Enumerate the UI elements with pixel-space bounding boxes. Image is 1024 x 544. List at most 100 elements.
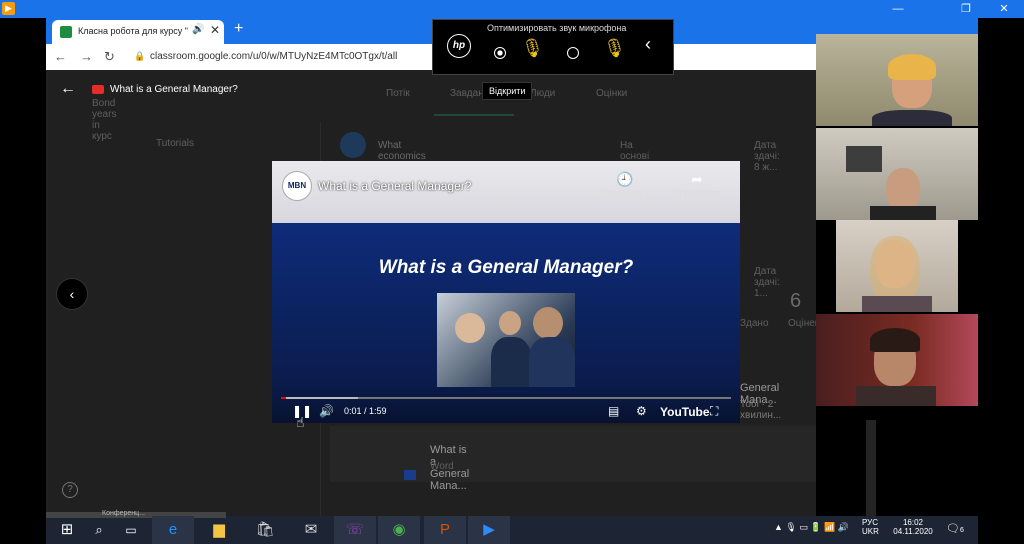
chrome-icon[interactable]: ◉ — [378, 516, 420, 544]
participant-video[interactable] — [816, 220, 978, 312]
tab-title: Класна робота для курсу "Г — [78, 26, 188, 36]
tab-indicator — [434, 114, 514, 116]
count-value: 6 — [790, 290, 802, 312]
back-icon[interactable]: ← — [54, 49, 67, 64]
participant-face — [886, 168, 920, 210]
viewer-back-icon[interactable]: ← — [60, 80, 76, 98]
open-tooltip: Відкрити — [482, 82, 533, 100]
mic-option-1-radio[interactable] — [494, 47, 506, 59]
clock-date: 04.11.2020 — [893, 527, 933, 536]
lock-icon: 🔒 — [134, 51, 146, 61]
zoom-window-titlebar: ▶ — ❐ ✕ — [0, 0, 1024, 18]
count-sub: Здано — [740, 318, 769, 329]
topic-tutorials[interactable]: Tutorials — [156, 138, 194, 149]
hp-popup-label: Оптимизировать звук микрофона — [487, 23, 627, 33]
file-explorer-icon[interactable]: ▆ — [198, 516, 240, 544]
word-file-icon — [404, 470, 416, 480]
classroom-favicon-icon — [60, 26, 72, 38]
attachment-type: Word — [430, 461, 454, 472]
url-field[interactable]: classroom.google.com/u/0/w/MTUyNzE4MTc0O… — [150, 51, 397, 62]
participant-body — [856, 386, 936, 406]
participant-hair — [888, 54, 936, 80]
viewer-title: What is a General Manager? — [110, 84, 238, 95]
task-view-icon[interactable]: ▭ — [110, 516, 152, 544]
browser-tab[interactable]: Класна робота для курсу "Г 🔊 ✕ — [52, 20, 224, 44]
tray-icons[interactable]: ▲ 🎙 ▭ 🔋 📶 🔊 — [774, 522, 849, 533]
language-ru: РУС — [862, 518, 879, 527]
chevron-left-icon[interactable]: ‹ — [56, 278, 88, 310]
video-title[interactable]: What is a General Manager? — [318, 179, 471, 193]
time-display: 0:01 / 1:59 — [344, 406, 387, 416]
progress-buffer — [281, 397, 358, 399]
clock-time: 16:02 — [902, 518, 924, 527]
help-icon[interactable]: ? — [62, 482, 78, 498]
video-headline: What is a General Manager? — [378, 257, 634, 278]
clock[interactable]: 16:02 04.11.2020 — [888, 518, 938, 536]
mouse-cursor-icon: ☝ — [296, 414, 305, 430]
participant-hair — [870, 328, 920, 352]
chevron-left-icon[interactable]: ‹ — [645, 34, 651, 55]
wall-picture — [846, 146, 882, 172]
participant-body — [862, 296, 932, 312]
notifications-icon[interactable]: 🗨6 — [946, 522, 964, 535]
attachment-card[interactable] — [330, 426, 816, 482]
person-figure — [455, 313, 485, 343]
youtube-icon — [92, 85, 104, 94]
person-figure — [533, 307, 563, 339]
person-body — [491, 337, 531, 387]
watch-later-button[interactable]: 🕘 Переглян... — [590, 171, 660, 198]
hp-mic-popup: Оптимизировать звук микрофона hp 🎙 🎙 ‹ — [432, 19, 674, 75]
course-subtitle: Bond years in курс — [92, 98, 117, 142]
store-icon[interactable]: 🛍 — [244, 516, 286, 544]
share-button[interactable]: ➦ Поділитися — [662, 171, 732, 198]
participant-body — [870, 206, 936, 220]
person-body — [529, 337, 575, 387]
address-bar: ← → ↻ 🔒 classroom.google.com/u/0/w/MTUyN… — [46, 44, 816, 70]
tab-people[interactable]: Люди — [530, 88, 555, 99]
channel-logo[interactable]: MBN — [282, 171, 312, 201]
mic-icon: 🎙 — [521, 38, 544, 58]
tab-stream[interactable]: Потік — [386, 88, 410, 99]
item-due: Дата здачі: 8 ж... — [754, 140, 780, 173]
person-figure — [499, 311, 521, 335]
viber-icon[interactable]: ☏ — [334, 516, 376, 544]
forward-icon[interactable]: → — [80, 49, 93, 64]
volume-icon[interactable]: 🔊 — [319, 404, 334, 418]
speaker-icon[interactable]: 🔊 — [192, 24, 204, 35]
video-player[interactable]: MBN What is a General Manager? 🕘 Переглян… — [272, 161, 740, 423]
share-icon: ➦ — [691, 171, 703, 187]
tab-close-icon[interactable]: ✕ — [210, 23, 220, 37]
fullscreen-icon[interactable]: ⛶ — [710, 404, 718, 419]
mic-option-2-radio[interactable] — [567, 47, 579, 59]
zoom-app-icon: ▶ — [2, 2, 15, 15]
watch-later-label: Переглян... — [601, 188, 649, 198]
notification-count: 6 — [959, 527, 964, 534]
powerpoint-icon[interactable]: P — [424, 516, 466, 544]
progress-bar[interactable] — [281, 397, 731, 399]
language-indicator[interactable]: РУС UKR — [862, 518, 879, 536]
reload-icon[interactable]: ↻ — [104, 49, 115, 65]
item-due-2: Дата здачі: 1... — [754, 266, 780, 299]
mail-icon[interactable]: ✉ — [290, 516, 332, 544]
player-controls: ❚❚ 🔊 0:01 / 1:59 ▤ ⚙ YouTube ⛶ — [272, 400, 740, 423]
participant-video[interactable] — [816, 34, 978, 126]
tab-grades[interactable]: Оцінки — [596, 88, 627, 99]
material-meta: Тобі · 2 хвилин... — [740, 399, 782, 421]
edge-icon[interactable]: e — [152, 516, 194, 544]
participant-video[interactable] — [816, 128, 978, 220]
subtitles-icon[interactable]: ▤ — [608, 404, 619, 418]
close-icon[interactable]: ✕ — [986, 0, 1022, 18]
youtube-logo[interactable]: YouTube — [660, 405, 710, 419]
settings-icon[interactable]: ⚙ — [636, 404, 647, 418]
clock-icon: 🕘 — [616, 171, 634, 187]
video-photo — [437, 293, 575, 387]
zoom-icon[interactable]: ▶ — [468, 516, 510, 544]
progress-played — [281, 397, 286, 399]
minimize-icon[interactable]: — — [880, 0, 916, 18]
mic-wide-icon: 🎙 — [603, 38, 626, 58]
participant-video[interactable] — [816, 314, 978, 406]
maximize-icon[interactable]: ❐ — [948, 0, 984, 18]
new-tab-button[interactable]: + — [234, 20, 243, 38]
scrollbar[interactable] — [866, 420, 876, 516]
assignment-icon — [340, 132, 366, 158]
